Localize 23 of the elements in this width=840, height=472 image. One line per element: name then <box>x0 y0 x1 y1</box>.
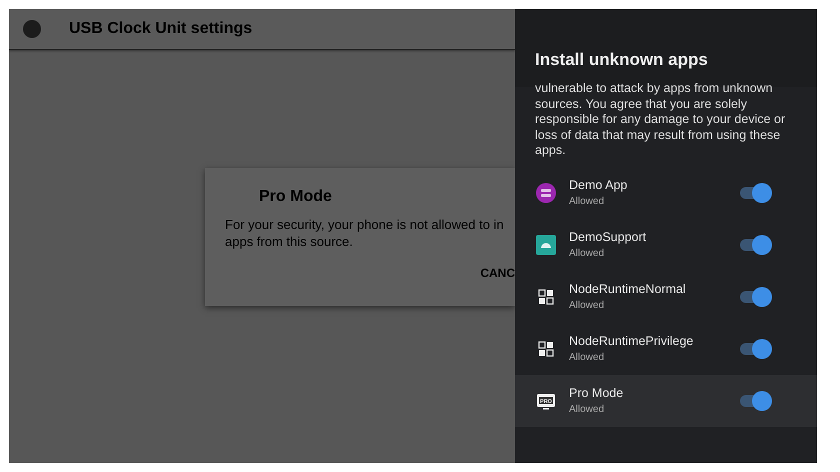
dialog-message-line: apps from this source. <box>225 233 354 250</box>
app-icon <box>535 182 557 204</box>
app-status: Allowed <box>569 248 606 259</box>
app-status: Allowed <box>569 404 606 415</box>
app-row[interactable]: NodeRuntimePrivilege Allowed <box>515 322 817 374</box>
app-row[interactable]: Demo App Allowed <box>515 166 817 218</box>
dialog-title: Pro Mode <box>259 188 333 206</box>
app-bar-title: USB Clock Unit settings <box>69 20 252 38</box>
app-row[interactable]: DemoSupport Allowed <box>515 218 817 270</box>
android-icon <box>535 234 557 256</box>
panel-description: vulnerable to attack by apps from unknown sources. You agree that you are solely responsible for any damage to your device or loss of data that may result from using these apps. <box>535 81 786 158</box>
app-name: NodeRuntimeNormal <box>569 282 687 296</box>
app-name: DemoSupport <box>569 230 648 244</box>
app-icon <box>23 20 41 38</box>
dialog-message-line: For your security, your phone is not allowed to in <box>225 216 505 233</box>
app-name: NodeRuntimePrivilege <box>569 334 694 348</box>
app-status: Allowed <box>569 196 606 207</box>
app-status: Allowed <box>569 352 606 363</box>
app-row[interactable]: NodeRuntimeNormal Allowed <box>515 270 817 322</box>
app-name: Demo App <box>569 178 628 192</box>
app-status: Allowed <box>569 300 606 311</box>
panel-title: Install unknown apps <box>535 50 708 69</box>
app-name: Pro Mode <box>569 386 624 400</box>
